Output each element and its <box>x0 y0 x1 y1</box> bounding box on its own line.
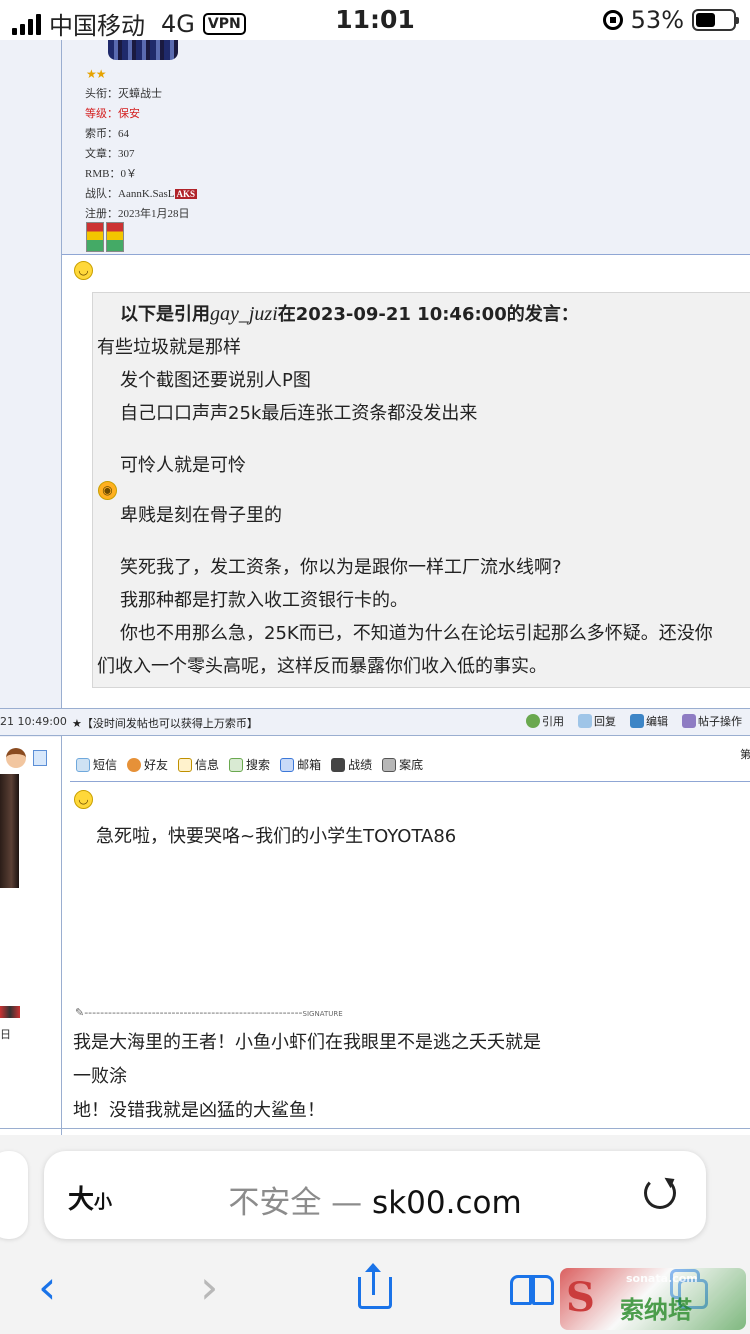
case-icon <box>382 757 397 772</box>
mail-icon <box>280 757 295 772</box>
battery-icon <box>692 9 739 31</box>
notice-link[interactable]: ★【没时间发帖也可以获得上万索币】 <box>72 715 258 731</box>
sms-icon <box>76 757 90 772</box>
signature-line: 一败涂 <box>73 1066 127 1087</box>
author-meta: 日 <box>0 1028 11 1041</box>
address-bar[interactable]: 大小 不安全 — sk00.com <box>44 1151 706 1239</box>
edit-button[interactable]: 编辑 <box>630 713 668 729</box>
laughing-emoji-icon: ◉ <box>98 481 117 500</box>
user-posts: 文章：307 <box>85 148 135 160</box>
chevron-left-icon: ‹ <box>38 1260 57 1314</box>
search-button[interactable]: 搜索 <box>229 756 270 773</box>
previous-tab-peek[interactable] <box>0 1151 28 1239</box>
post-date: 21 10:49:00 <box>0 715 67 728</box>
rank-stars-icon: ★★ <box>86 67 106 81</box>
user-title: 头衔：灭蟑战士 <box>85 88 162 100</box>
share-button[interactable] <box>350 1263 400 1315</box>
post-manage-button[interactable]: 帖子操作 <box>682 713 742 729</box>
post-action-bar: 21 10:49:00 ★【没时间发帖也可以获得上万索币】 引用 回复 编辑 帖… <box>0 708 750 736</box>
book-icon <box>510 1275 532 1305</box>
bookmarks-button[interactable] <box>508 1265 558 1315</box>
signature: 我是大海里的王者！小鱼小虾们在我眼里不是逃之夭夭就是 一败涂 地！没错我就是凶猛… <box>73 1026 541 1128</box>
chevron-right-icon: › <box>200 1260 219 1314</box>
medal-icon <box>106 222 124 252</box>
team-badge: AKS <box>174 189 198 199</box>
reply-icon <box>578 714 592 728</box>
quote-line: 有些垃圾就是那样 <box>97 337 241 358</box>
status-bar: 中国移动 4G VPN 11:01 53% <box>0 0 750 40</box>
smiley-icon: ◡ <box>74 261 93 280</box>
quote-line: 你也不用那么急，25K而已，不知道为什么在论坛引起那么多怀疑。还没你 <box>120 623 713 644</box>
quote-icon <box>526 714 540 728</box>
post-message: 急死啦，快要哭咯~我们的小学生TOYOTA86 <box>96 826 457 847</box>
divider <box>0 1128 750 1129</box>
url-display[interactable]: 不安全 — sk00.com <box>44 1177 706 1222</box>
user-tools: 短信 好友 信息 搜索 邮箱 战绩 案底 <box>76 756 423 773</box>
friend-button[interactable]: 好友 <box>127 756 168 773</box>
site-watermark-logo: S sonata.com 索纳塔 <box>560 1268 746 1330</box>
profile-doc-icon[interactable] <box>33 750 47 766</box>
team-name: 战队：AannK.SasL <box>85 188 175 200</box>
search-icon <box>229 757 244 772</box>
medal-icon <box>86 222 104 252</box>
reload-icon[interactable] <box>644 1177 676 1209</box>
author-avatar[interactable] <box>0 774 19 888</box>
gender-face-icon <box>6 748 26 768</box>
user-level: 等级：保安 <box>85 108 140 120</box>
user-rmb: RMB：0￥ <box>85 168 137 180</box>
quote-line: 笑死我了，发工资条，你以为是跟你一样工厂流水线啊? <box>120 557 562 578</box>
info-button[interactable]: 信息 <box>178 756 219 773</box>
user-registered: 注册：2023年1月28日 <box>85 208 190 220</box>
quote-line: 自己口口声声25k最后连张工资条都没发出来 <box>120 403 478 424</box>
smiley-icon: ◡ <box>74 790 93 809</box>
back-button[interactable]: ‹ <box>38 1264 88 1315</box>
user-coins: 索币：64 <box>85 128 129 140</box>
case-button[interactable]: 案底 <box>382 756 423 773</box>
quote-line: 卑贱是刻在骨子里的 <box>120 505 282 526</box>
domain-label: sk00.com <box>372 1185 522 1221</box>
quote-button[interactable]: 引用 <box>526 713 564 729</box>
signature-divider: ✎---------------------------------------… <box>75 1006 343 1019</box>
quote-line: 们收入一个零头高呢，这样反而暴露你们收入低的事实。 <box>97 656 547 677</box>
user-info: 头衔：灭蟑战士 等级：保安 索币：64 文章：307 RMB：0￥ 战队：Aan… <box>85 84 198 224</box>
quote-header: 以下是引用gay_juzi在2023-09-21 10:46:00的发言： <box>120 303 579 325</box>
signature-line: 我是大海里的王者！小鱼小虾们在我眼里不是逃之夭夭就是 <box>73 1032 541 1053</box>
quote-line: 可怜人就是可怜 <box>120 455 246 476</box>
divider <box>70 781 750 782</box>
record-button[interactable]: 战绩 <box>331 756 372 773</box>
quote-line: 发个截图还要说别人P图 <box>120 370 311 391</box>
mailbox-button[interactable]: 邮箱 <box>280 756 321 773</box>
manage-icon <box>682 714 696 728</box>
record-icon <box>331 757 346 772</box>
medals <box>86 222 124 252</box>
quote-line: 我那种都是打款入收工资银行卡的。 <box>120 590 408 611</box>
divider <box>62 254 750 255</box>
badge-strip <box>0 1006 20 1018</box>
share-icon <box>358 1277 392 1309</box>
insecure-label: 不安全 — <box>228 1185 373 1221</box>
friend-icon <box>127 757 142 772</box>
sms-button[interactable]: 短信 <box>76 756 117 773</box>
forward-button[interactable]: › <box>200 1264 250 1315</box>
floor-label: 第 <box>740 748 750 761</box>
user-team: 战队：AannK.SasL AKS <box>85 184 198 204</box>
edit-icon <box>630 714 644 728</box>
info-icon <box>178 757 193 772</box>
user-avatar[interactable] <box>108 40 178 60</box>
web-content[interactable]: ★★ 头衔：灭蟑战士 等级：保安 索币：64 文章：307 RMB：0￥ 战队：… <box>0 40 750 1135</box>
signature-line: 地！没错我就是凶猛的大鲨鱼！ <box>73 1100 325 1121</box>
battery-percent: 53% <box>630 6 684 34</box>
rotation-lock-icon <box>602 10 623 30</box>
reply-button[interactable]: 回复 <box>578 713 616 729</box>
